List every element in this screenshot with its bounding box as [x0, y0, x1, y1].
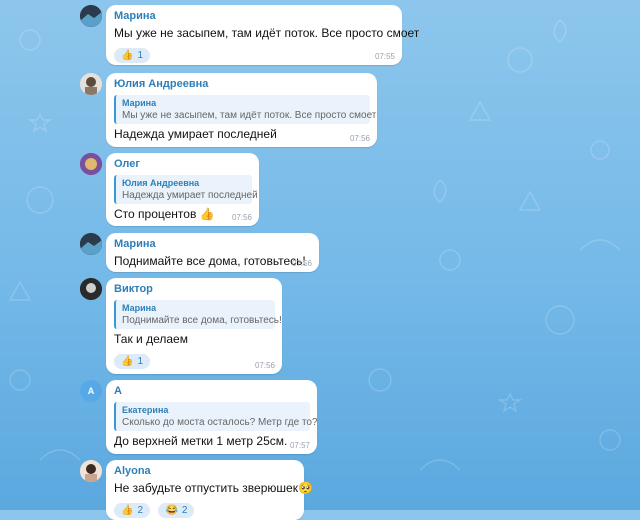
reply-quote[interactable]: Екатерина Сколько до моста осталось? Мет… — [114, 402, 318, 431]
reaction-count: 1 — [137, 50, 144, 61]
avatar[interactable] — [80, 460, 102, 482]
message-time: 07:56 — [291, 259, 312, 268]
avatar[interactable] — [80, 278, 102, 300]
reply-text: Мы уже не засыпем, там идёт поток. Все п… — [122, 110, 377, 121]
message-time: 07:55 — [374, 52, 395, 61]
reaction-count: 2 — [137, 505, 144, 516]
message-time: 07:56 — [231, 213, 252, 222]
reply-text: Надежда умирает последней — [122, 190, 258, 201]
avatar[interactable] — [80, 73, 102, 95]
message-text: Надежда умирает последней — [114, 127, 277, 141]
avatar-photo-icon — [80, 73, 102, 95]
reaction-chip[interactable]: 👍 2 — [114, 503, 151, 518]
reply-author: Юлия Андреевна — [122, 178, 200, 188]
reaction-count: 2 — [181, 505, 188, 516]
message-text: Мы уже не засыпем, там идёт поток. Все п… — [114, 26, 420, 40]
avatar[interactable]: A — [80, 380, 102, 402]
sender-name[interactable]: Юлия Андреевна — [114, 77, 370, 91]
reply-author: Марина — [122, 303, 157, 313]
message-time: 07:56 — [349, 134, 370, 143]
message-time: 07:57 — [289, 441, 310, 450]
thumbs-up-icon: 👍 — [121, 505, 134, 516]
message-bubble[interactable]: Юлия Андреевна Марина Мы уже не засыпем,… — [106, 73, 377, 147]
message-text: Не забудьте отпустить зверюшек🥺 — [114, 481, 313, 495]
message-bubble[interactable]: Марина Мы уже не засыпем, там идёт поток… — [106, 5, 420, 65]
message-bubble[interactable]: Alyona Не забудьте отпустить зверюшек🥺 👍… — [106, 460, 313, 520]
avatar[interactable] — [80, 5, 102, 27]
reaction-chip[interactable]: 👍 1 — [114, 48, 151, 63]
sender-name[interactable]: Марина — [114, 9, 395, 23]
avatar-photo-icon — [80, 5, 102, 27]
tears-of-joy-icon: 😂 — [165, 505, 178, 516]
message-time: 07:56 — [254, 361, 275, 370]
message-text: Поднимайте все дома, готовьтесь! — [114, 254, 306, 268]
message-bubble[interactable]: А Екатерина Сколько до моста осталось? М… — [106, 380, 318, 454]
message-bubble[interactable]: Олег Юлия Андреевна Надежда умирает посл… — [106, 153, 259, 226]
reply-text: Поднимайте все дома, готовьтесь! — [122, 315, 282, 326]
sender-name[interactable]: Олег — [114, 157, 252, 171]
reply-quote[interactable]: Марина Поднимайте все дома, готовьтесь! — [114, 300, 282, 329]
reaction-chip[interactable]: 👍 1 — [114, 354, 151, 369]
reply-quote[interactable]: Юлия Андреевна Надежда умирает последней — [114, 175, 258, 204]
message-bubble[interactable]: Марина Поднимайте все дома, готовьтесь! … — [106, 233, 319, 272]
thumbs-up-icon: 👍 — [121, 50, 134, 61]
avatar-photo-icon — [80, 153, 102, 175]
message-text: До верхней метки 1 метр 25см. — [114, 434, 288, 448]
avatar[interactable] — [80, 153, 102, 175]
reply-text: Сколько до моста осталось? Метр где то? — [122, 417, 318, 428]
message-text: Так и делаем — [114, 332, 188, 346]
avatar-letter: A — [87, 386, 95, 396]
avatar-photo-icon — [80, 460, 102, 482]
sender-name[interactable]: Марина — [114, 237, 312, 251]
reply-author: Марина — [122, 98, 157, 108]
reply-quote[interactable]: Марина Мы уже не засыпем, там идёт поток… — [114, 95, 377, 124]
thumbs-up-icon: 👍 — [121, 356, 134, 367]
avatar-photo-icon — [80, 233, 102, 255]
reply-author: Екатерина — [122, 405, 169, 415]
avatar-photo-icon — [80, 278, 102, 300]
sender-name[interactable]: Alyona — [114, 464, 297, 478]
reaction-chip[interactable]: 😂 2 — [158, 503, 195, 518]
avatar[interactable] — [80, 233, 102, 255]
sender-name[interactable]: А — [114, 384, 310, 398]
sender-name[interactable]: Виктор — [114, 282, 275, 296]
reaction-count: 1 — [137, 356, 144, 367]
message-bubble[interactable]: Виктор Марина Поднимайте все дома, готов… — [106, 278, 282, 374]
